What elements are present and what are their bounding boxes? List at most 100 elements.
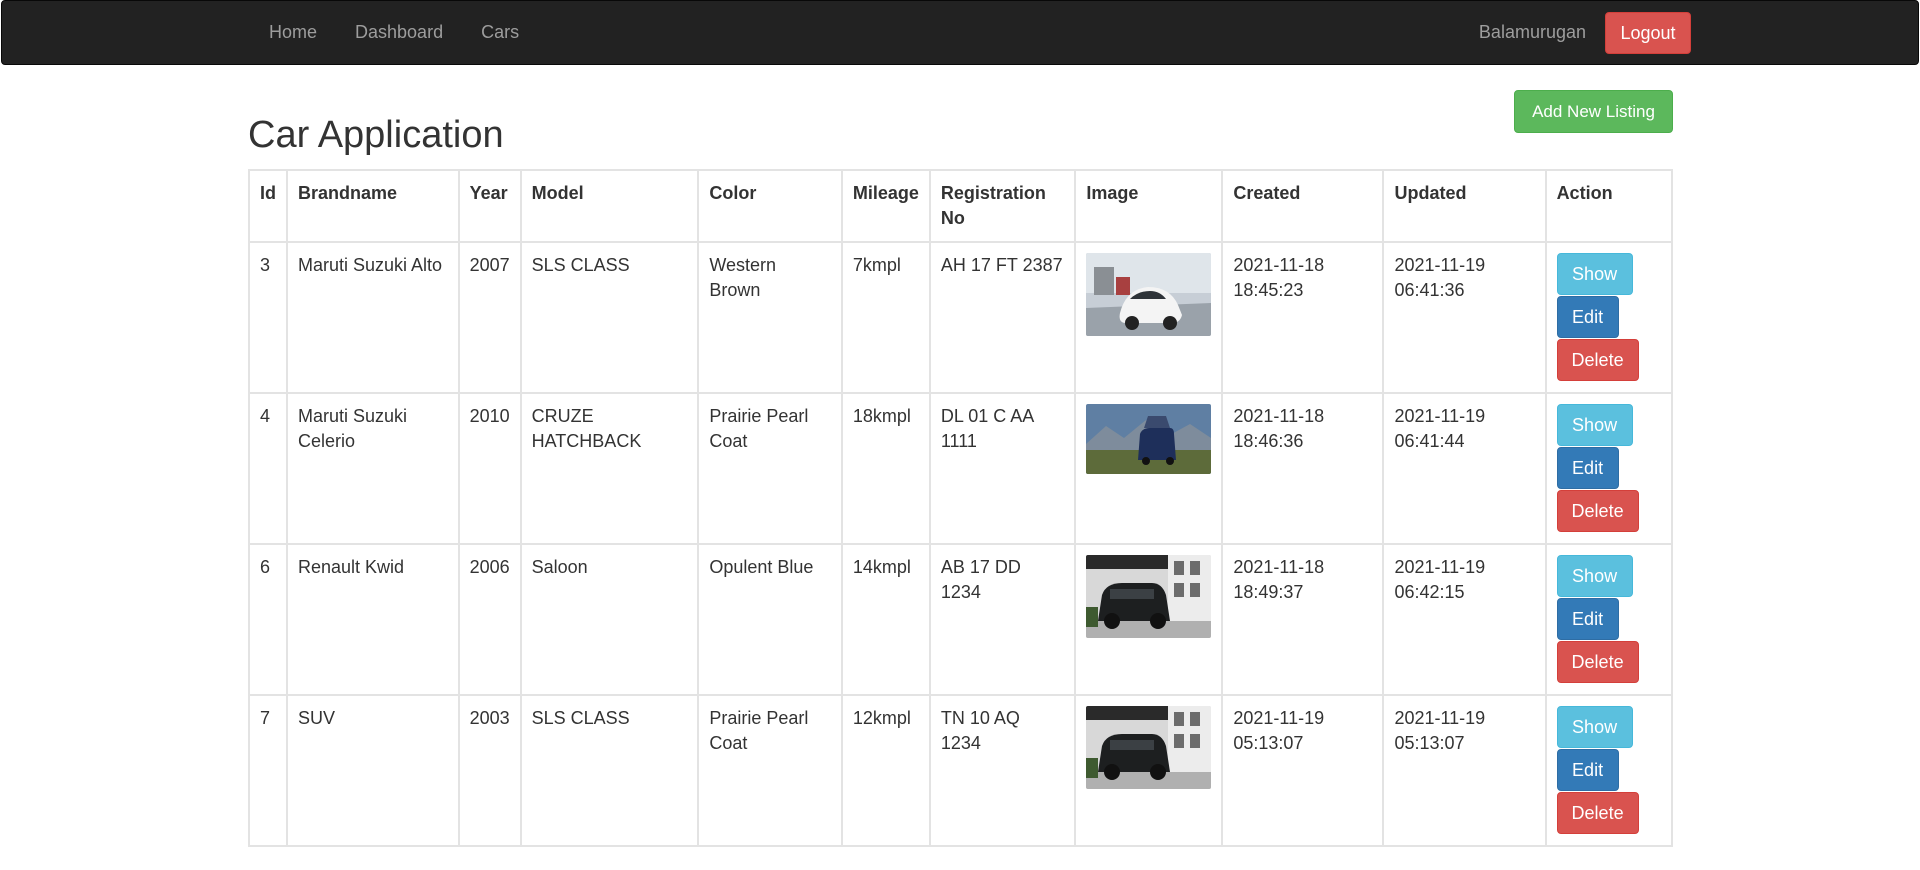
cell-year: 2006	[457, 543, 522, 696]
nav-links: Home Dashboard Cars	[250, 1, 538, 64]
cell-brand: Renault Kwid	[286, 543, 460, 696]
created-date: 2021-11-18	[1233, 406, 1325, 426]
cell-year: 2003	[457, 694, 522, 847]
show-button[interactable]: Show	[1556, 404, 1633, 446]
add-new-listing-button[interactable]: Add New Listing	[1514, 90, 1673, 133]
cell-registration: DL 01 C AA 1111	[928, 392, 1077, 545]
cell-registration: AH 17 FT 2387	[928, 241, 1077, 394]
header-brandname: Brandname	[286, 169, 460, 243]
cell-actions: Show Edit Delete	[1544, 392, 1674, 545]
delete-button[interactable]: Delete	[1556, 792, 1639, 834]
edit-button[interactable]: Edit	[1556, 598, 1619, 640]
created-date: 2021-11-18	[1233, 255, 1325, 275]
cell-image	[1074, 694, 1224, 847]
show-button[interactable]: Show	[1556, 555, 1633, 597]
cell-id: 3	[248, 241, 288, 394]
updated-date: 2021-11-19	[1394, 406, 1486, 426]
cell-created: 2021-11-18 18:49:37	[1221, 543, 1385, 696]
table-header-row: Id Brandname Year Model Color Mileage Re…	[248, 169, 1674, 243]
created-date: 2021-11-18	[1233, 557, 1325, 577]
table-row: 3 Maruti Suzuki Alto 2007 SLS CLASS West…	[248, 241, 1674, 394]
header-updated: Updated	[1382, 169, 1547, 243]
cell-created: 2021-11-18 18:46:36	[1221, 392, 1385, 545]
updated-date: 2021-11-19	[1394, 557, 1486, 577]
cell-model: CRUZE HATCHBACK	[519, 392, 700, 545]
table-row: 4 Maruti Suzuki Celerio 2010 CRUZE HATCH…	[248, 392, 1674, 545]
cell-actions: Show Edit Delete	[1544, 241, 1674, 394]
cell-created: 2021-11-19 05:13:07	[1221, 694, 1385, 847]
cell-image	[1074, 392, 1224, 545]
cell-year: 2007	[457, 241, 522, 394]
cell-model: SLS CLASS	[519, 694, 700, 847]
car-thumbnail	[1086, 555, 1212, 638]
nav-link-home[interactable]: Home	[250, 1, 336, 64]
created-time: 18:45:23	[1233, 280, 1304, 300]
logout-button[interactable]: Logout	[1605, 11, 1691, 54]
delete-button[interactable]: Delete	[1556, 490, 1639, 532]
header-mileage: Mileage	[840, 169, 931, 243]
cell-mileage: 12kmpl	[840, 694, 931, 847]
cell-registration: AB 17 DD 1234	[928, 543, 1077, 696]
cell-image	[1074, 543, 1224, 696]
header-image: Image	[1074, 169, 1224, 243]
updated-time: 06:41:36	[1394, 280, 1465, 300]
delete-button[interactable]: Delete	[1556, 641, 1639, 683]
cell-actions: Show Edit Delete	[1544, 543, 1674, 696]
cell-model: SLS CLASS	[519, 241, 700, 394]
car-thumbnail	[1086, 404, 1212, 474]
car-thumbnail	[1086, 706, 1212, 789]
nav-user-area: Balamurugan Logout	[1479, 1, 1691, 64]
header-year: Year	[457, 169, 522, 243]
table-row: 7 SUV 2003 SLS CLASS Prairie Pearl Coat …	[248, 694, 1674, 847]
username: Balamurugan	[1478, 22, 1586, 42]
cell-color: Western Brown	[697, 241, 843, 394]
edit-button[interactable]: Edit	[1556, 749, 1619, 791]
created-time: 18:46:36	[1233, 431, 1304, 451]
header-action: Action	[1544, 169, 1674, 243]
cell-color: Prairie Pearl Coat	[697, 694, 843, 847]
cell-brand: Maruti Suzuki Alto	[286, 241, 460, 394]
edit-button[interactable]: Edit	[1556, 447, 1619, 489]
cell-registration: TN 10 AQ 1234	[928, 694, 1077, 847]
nav-link-cars[interactable]: Cars	[462, 1, 538, 64]
updated-time: 05:13:07	[1394, 733, 1465, 753]
page-title: Car Application	[248, 114, 504, 156]
cell-updated: 2021-11-19 06:41:44	[1382, 392, 1547, 545]
cell-brand: SUV	[286, 694, 460, 847]
header-created: Created	[1221, 169, 1385, 243]
header-model: Model	[519, 169, 700, 243]
cell-mileage: 18kmpl	[840, 392, 931, 545]
nav-link-dashboard[interactable]: Dashboard	[336, 1, 462, 64]
header-registration: Registration No	[928, 169, 1077, 243]
cell-mileage: 7kmpl	[840, 241, 931, 394]
header-color: Color	[697, 169, 843, 243]
cell-updated: 2021-11-19 05:13:07	[1382, 694, 1547, 847]
cell-year: 2010	[457, 392, 522, 545]
edit-button[interactable]: Edit	[1556, 296, 1619, 338]
cell-brand: Maruti Suzuki Celerio	[286, 392, 460, 545]
show-button[interactable]: Show	[1556, 706, 1633, 748]
cell-color: Prairie Pearl Coat	[697, 392, 843, 545]
cell-image	[1074, 241, 1224, 394]
cell-updated: 2021-11-19 06:41:36	[1382, 241, 1547, 394]
show-button[interactable]: Show	[1556, 253, 1633, 295]
cell-id: 7	[248, 694, 288, 847]
cell-created: 2021-11-18 18:45:23	[1221, 241, 1385, 394]
updated-date: 2021-11-19	[1394, 255, 1486, 275]
table-row: 6 Renault Kwid 2006 Saloon Opulent Blue …	[248, 543, 1674, 696]
delete-button[interactable]: Delete	[1556, 339, 1639, 381]
updated-time: 06:42:15	[1394, 582, 1465, 602]
cell-actions: Show Edit Delete	[1544, 694, 1674, 847]
cell-updated: 2021-11-19 06:42:15	[1382, 543, 1547, 696]
car-thumbnail	[1086, 253, 1212, 336]
cell-mileage: 14kmpl	[840, 543, 931, 696]
updated-date: 2021-11-19	[1394, 708, 1486, 728]
cell-color: Opulent Blue	[697, 543, 843, 696]
cell-id: 4	[248, 392, 288, 545]
created-time: 05:13:07	[1233, 733, 1304, 753]
cars-table: Id Brandname Year Model Color Mileage Re…	[248, 169, 1674, 847]
created-date: 2021-11-19	[1233, 708, 1325, 728]
created-time: 18:49:37	[1233, 582, 1304, 602]
header-id: Id	[248, 169, 288, 243]
cell-id: 6	[248, 543, 288, 696]
